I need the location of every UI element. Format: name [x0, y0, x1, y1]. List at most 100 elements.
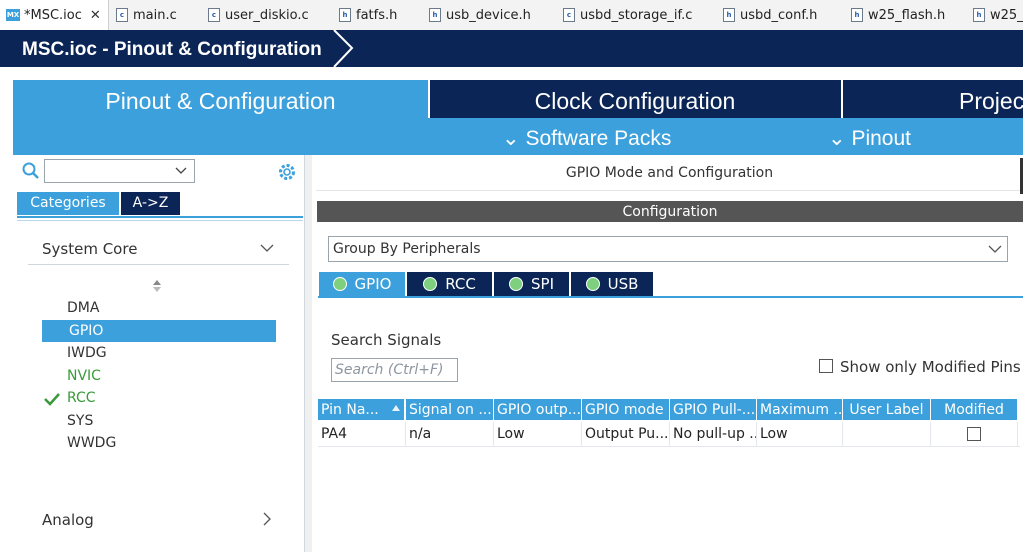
column-header-modified[interactable]: Modified: [931, 399, 1018, 420]
chevron-down-icon[interactable]: [260, 243, 274, 253]
h-file-icon: h: [339, 8, 351, 22]
column-header-user-label[interactable]: User Label: [843, 399, 931, 420]
breadcrumb[interactable]: MSC.ioc - Pinout & Configuration: [22, 39, 322, 61]
tab-label: USB: [607, 274, 639, 293]
editor-tab-w25-partial[interactable]: h w25_: [973, 0, 1023, 30]
editor-tab-label: *MSC.ioc: [24, 7, 82, 23]
tab-label: GPIO: [354, 274, 392, 293]
chevron-down-icon[interactable]: [988, 244, 1002, 254]
tab-categories[interactable]: Categories: [17, 192, 119, 215]
software-packs-menu[interactable]: ⌄ Software Packs: [502, 126, 671, 151]
show-modified-label: Show only Modified Pins: [840, 358, 1021, 376]
table-cell-gpio-mode[interactable]: Output Pu...: [582, 422, 670, 446]
editor-tab-usb-device[interactable]: h usb_device.h: [429, 0, 531, 30]
editor-tab-usbd-conf[interactable]: h usbd_conf.h: [723, 0, 817, 30]
editor-tab-label: w25_: [990, 7, 1023, 23]
editor-tab-label: usb_device.h: [446, 7, 531, 23]
table-cell-signal[interactable]: n/a: [406, 422, 494, 446]
editor-tab-msc-ioc[interactable]: MX *MSC.ioc ✕: [0, 0, 109, 30]
chevron-right-icon[interactable]: [262, 512, 272, 526]
gear-icon[interactable]: [277, 162, 297, 182]
editor-tab-w25-flash[interactable]: h w25_flash.h: [851, 0, 945, 30]
sort-ascending-icon: [392, 405, 400, 411]
modified-checkbox[interactable]: [967, 427, 981, 441]
gpio-mode-title: GPIO Mode and Configuration: [565, 165, 774, 181]
editor-tab-label: w25_flash.h: [868, 7, 946, 23]
divider: [28, 264, 289, 265]
editor-tab-fatfs[interactable]: h fatfs.h: [339, 0, 397, 30]
sort-icon[interactable]: [152, 279, 162, 293]
analog-header[interactable]: Analog: [42, 511, 94, 529]
mx-icon: MX: [6, 9, 20, 21]
column-header-gpio-pull[interactable]: GPIO Pull-...: [670, 399, 757, 420]
divider: [17, 216, 303, 218]
chevron-down-icon: [175, 167, 187, 174]
category-item-sys[interactable]: SYS: [67, 413, 93, 429]
h-file-icon: h: [973, 8, 985, 22]
column-header-signal[interactable]: Signal on ...: [406, 399, 494, 420]
configuration-bar: Configuration: [317, 201, 1023, 222]
tab-clock-configuration[interactable]: Clock Configuration: [430, 80, 840, 118]
table-cell-user-label[interactable]: [843, 422, 931, 446]
check-circle-icon: [423, 277, 438, 291]
system-core-header[interactable]: System Core: [42, 240, 137, 258]
tab-a-z[interactable]: A->Z: [121, 192, 180, 215]
search-placeholder: Search (Ctrl+F): [335, 362, 444, 378]
tab-label: RCC: [445, 274, 476, 293]
chevron-down-icon: ⌄: [502, 127, 520, 150]
close-icon[interactable]: ✕: [90, 8, 101, 23]
editor-tab-label: user_diskio.c: [225, 7, 309, 23]
chevron-down-icon: ⌄: [828, 127, 846, 150]
software-packs-label: Software Packs: [525, 127, 672, 150]
show-modified-checkbox[interactable]: [819, 359, 833, 373]
tab-rcc[interactable]: RCC: [407, 272, 492, 296]
tab-usb[interactable]: USB: [571, 272, 653, 296]
tab-label: SPI: [531, 274, 554, 293]
column-header-gpio-output[interactable]: GPIO outp...: [494, 399, 582, 420]
tab-gpio[interactable]: GPIO: [319, 272, 405, 296]
column-header-gpio-mode[interactable]: GPIO mode: [582, 399, 670, 420]
tab-project-manager[interactable]: Projec: [843, 80, 1023, 118]
group-by-value: Group By Peripherals: [333, 241, 481, 257]
column-header-maximum[interactable]: Maximum ...: [757, 399, 843, 420]
search-icon[interactable]: [22, 162, 40, 180]
check-circle-icon: [509, 277, 523, 291]
editor-tab-label: main.c: [133, 7, 177, 23]
c-file-icon: c: [208, 8, 220, 22]
editor-tab-label: fatfs.h: [356, 7, 398, 23]
editor-tab-label: usbd_storage_if.c: [580, 7, 693, 23]
check-circle-icon: [585, 277, 600, 291]
breadcrumb-arrow-icon: [333, 30, 354, 67]
category-item-rcc[interactable]: RCC: [67, 390, 96, 406]
editor-tab-user-diskio[interactable]: c user_diskio.c: [208, 0, 309, 30]
h-file-icon: h: [851, 8, 863, 22]
c-file-icon: c: [116, 8, 128, 22]
panel-splitter[interactable]: [305, 155, 312, 552]
search-combo[interactable]: [44, 159, 195, 183]
table-cell-maximum[interactable]: Low: [757, 422, 843, 446]
row-divider: [318, 446, 1020, 447]
category-item-dma[interactable]: DMA: [67, 300, 99, 316]
divider: [318, 296, 1023, 298]
table-cell-gpio-pull[interactable]: No pull-up ...: [670, 422, 757, 446]
h-file-icon: h: [429, 8, 441, 22]
tab-pinout-configuration[interactable]: Pinout & Configuration: [13, 80, 428, 118]
table-cell-gpio-output[interactable]: Low: [494, 422, 582, 446]
category-item-gpio[interactable]: GPIO: [69, 323, 103, 339]
category-item-iwdg[interactable]: IWDG: [67, 345, 107, 361]
table-cell-pin[interactable]: PA4: [318, 422, 406, 446]
editor-tab-usbd-storage[interactable]: c usbd_storage_if.c: [563, 0, 692, 30]
divider: [17, 220, 303, 221]
search-signals-label: Search Signals: [331, 331, 442, 349]
editor-tab-main-c[interactable]: c main.c: [116, 0, 177, 30]
tab-divider: [428, 80, 430, 118]
editor-tab-label: usbd_conf.h: [740, 7, 818, 23]
category-item-wwdg[interactable]: WWDG: [67, 435, 116, 451]
tab-spi[interactable]: SPI: [494, 272, 569, 296]
category-item-nvic[interactable]: NVIC: [67, 368, 101, 384]
c-file-icon: c: [563, 8, 575, 22]
pinout-label: Pinout: [851, 127, 911, 150]
pinout-menu[interactable]: ⌄ Pinout: [828, 126, 911, 151]
column-header-label: Pin Na...: [321, 402, 379, 418]
h-file-icon: h: [723, 8, 735, 22]
